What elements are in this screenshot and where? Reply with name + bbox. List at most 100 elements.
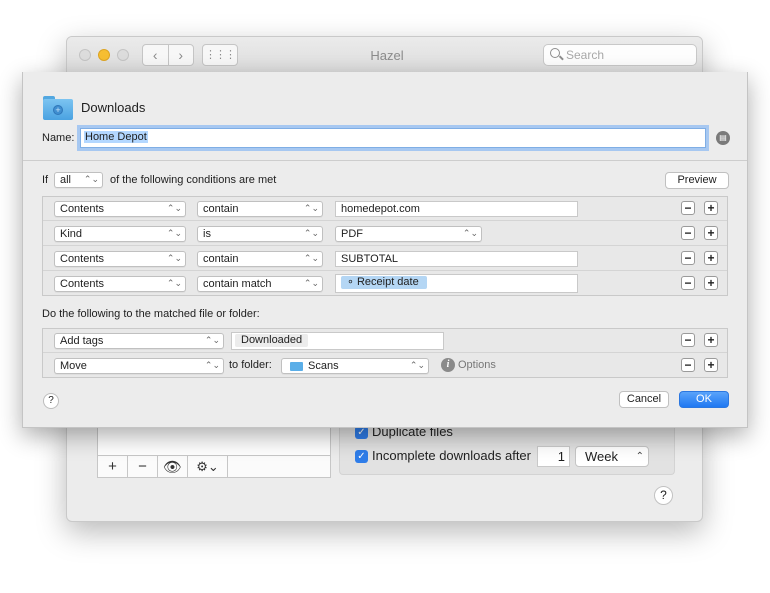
- operator-value: contain: [203, 253, 239, 265]
- add-rule-button[interactable]: +: [98, 456, 128, 477]
- kind-value: PDF: [341, 228, 363, 240]
- actions-label: Do the following to the matched file or …: [42, 308, 260, 320]
- attribute-popup[interactable]: Contents ⌃⌄: [54, 276, 186, 292]
- rule-editor-sheet: + Downloads Name: Home Depot ▤ If all ⌃⌄…: [22, 72, 748, 428]
- action-row: Add tags ⌃⌄ Downloaded − +: [43, 329, 727, 353]
- rule-name-field[interactable]: Home Depot: [80, 128, 706, 148]
- attribute-popup[interactable]: Kind ⌃⌄: [54, 226, 186, 242]
- action-row: Move ⌃⌄ to folder: Scans ⌃⌄ i Options − +: [43, 354, 727, 378]
- condition-value-field[interactable]: SUBTOTAL: [335, 251, 578, 267]
- remove-rule-button[interactable]: −: [128, 456, 158, 477]
- condition-row: Contents ⌃⌄ contain ⌃⌄ homedepot.com − +: [43, 197, 727, 221]
- remove-action-button[interactable]: −: [681, 358, 695, 372]
- add-condition-button[interactable]: +: [704, 251, 718, 265]
- popup-arrows-icon: ⌃⌄: [166, 278, 182, 288]
- remove-action-button[interactable]: −: [681, 333, 695, 347]
- operator-popup[interactable]: contain ⌃⌄: [197, 251, 323, 267]
- add-condition-button[interactable]: +: [704, 226, 718, 240]
- search-field[interactable]: Search: [543, 44, 697, 66]
- conditions-suffix: of the following conditions are met: [110, 174, 277, 186]
- pattern-token[interactable]: ∘ Receipt date: [341, 276, 427, 289]
- remove-condition-button[interactable]: −: [681, 201, 695, 215]
- token-dot-icon: ∘: [347, 276, 357, 288]
- search-icon: [550, 48, 560, 58]
- if-label: If: [42, 174, 49, 186]
- popup-arrows-icon: ⌃⌄: [409, 360, 425, 370]
- remove-condition-button[interactable]: −: [681, 251, 695, 265]
- forward-button[interactable]: ›: [167, 45, 194, 65]
- to-folder-label: to folder:: [229, 359, 272, 371]
- cancel-button[interactable]: Cancel: [619, 391, 669, 408]
- destination-folder-popup[interactable]: Scans ⌃⌄: [281, 358, 429, 374]
- minimize-button[interactable]: [98, 49, 110, 61]
- add-action-button[interactable]: +: [704, 333, 718, 347]
- window-title: Hazel: [370, 48, 404, 63]
- incomplete-downloads-label: Incomplete downloads after: [372, 448, 531, 463]
- incomplete-downloads-count[interactable]: 1: [537, 446, 570, 467]
- add-action-button[interactable]: +: [704, 358, 718, 372]
- token-label: Receipt date: [356, 276, 419, 288]
- attribute-value: Contents: [60, 278, 105, 290]
- tag-token[interactable]: Downloaded: [235, 334, 309, 347]
- rule-name-value: Home Depot: [84, 131, 148, 143]
- popup-arrows-icon: ⌃⌄: [204, 335, 220, 345]
- condition-row: Contents ⌃⌄ contain ⌃⌄ SUBTOTAL − +: [43, 247, 727, 271]
- match-mode-value: all: [60, 174, 72, 186]
- kind-value-popup[interactable]: PDF ⌃⌄: [335, 226, 482, 242]
- remove-condition-button[interactable]: −: [681, 226, 695, 240]
- condition-row: Kind ⌃⌄ is ⌃⌄ PDF ⌃⌄ − +: [43, 222, 727, 246]
- attribute-popup[interactable]: Contents ⌃⌄: [54, 201, 186, 217]
- options-link[interactable]: Options: [458, 359, 496, 371]
- popup-arrows-icon: ⌃: [635, 451, 644, 462]
- folder-icon: +: [43, 96, 73, 120]
- navigation-segment: ‹ ›: [142, 44, 194, 66]
- popup-arrows-icon: ⌃⌄: [83, 174, 99, 184]
- action-popup[interactable]: Move ⌃⌄: [54, 358, 224, 374]
- operator-popup[interactable]: contain match ⌃⌄: [197, 276, 323, 292]
- operator-popup[interactable]: contain ⌃⌄: [197, 201, 323, 217]
- condition-value-field[interactable]: homedepot.com: [335, 201, 578, 217]
- attribute-value: Contents: [60, 203, 105, 215]
- help-button[interactable]: ?: [43, 393, 59, 409]
- name-label: Name:: [42, 132, 75, 144]
- operator-value: is: [203, 228, 211, 240]
- incomplete-downloads-checkbox[interactable]: ✓: [355, 450, 368, 463]
- back-button[interactable]: ‹: [143, 45, 168, 65]
- action-value: Add tags: [60, 335, 104, 347]
- operator-value: contain match: [203, 278, 272, 290]
- attribute-value: Contents: [60, 253, 105, 265]
- folder-icon: [290, 362, 303, 371]
- attribute-popup[interactable]: Contents ⌃⌄: [54, 251, 186, 267]
- preview-button[interactable]: Preview: [665, 172, 729, 189]
- action-popup[interactable]: Add tags ⌃⌄: [54, 333, 224, 349]
- window-help-button[interactable]: ?: [654, 486, 673, 505]
- match-mode-popup[interactable]: all ⌃⌄: [54, 172, 103, 188]
- ok-button[interactable]: OK: [679, 391, 729, 408]
- match-pattern-field[interactable]: ∘ Receipt date: [335, 274, 578, 293]
- incomplete-downloads-unit-popup[interactable]: Week ⌃: [575, 446, 649, 467]
- operator-value: contain: [203, 203, 239, 215]
- condition-row: Contents ⌃⌄ contain match ⌃⌄ ∘ Receipt dat…: [43, 272, 727, 296]
- zoom-button[interactable]: [117, 49, 129, 61]
- gear-menu-icon[interactable]: ⚙⌄: [188, 456, 228, 477]
- folder-name: Downloads: [81, 100, 146, 115]
- popup-arrows-icon: ⌃⌄: [303, 253, 319, 263]
- info-icon[interactable]: i: [441, 358, 455, 372]
- popup-arrows-icon: ⌃⌄: [303, 203, 319, 213]
- divider: [23, 160, 747, 161]
- remove-condition-button[interactable]: −: [681, 276, 695, 290]
- popup-arrows-icon: ⌃⌄: [204, 360, 220, 370]
- tags-field[interactable]: Downloaded: [231, 332, 444, 350]
- operator-popup[interactable]: is ⌃⌄: [197, 226, 323, 242]
- popup-arrows-icon: ⌃⌄: [303, 278, 319, 288]
- close-button[interactable]: [79, 49, 91, 61]
- add-condition-button[interactable]: +: [704, 276, 718, 290]
- grid-view-button[interactable]: ⋮⋮⋮: [202, 44, 238, 66]
- popup-arrows-icon: ⌃⌄: [166, 253, 182, 263]
- add-condition-button[interactable]: +: [704, 201, 718, 215]
- preview-eye-icon[interactable]: 👁: [158, 456, 188, 477]
- save-icon[interactable]: ▤: [716, 131, 730, 145]
- actions-list: Add tags ⌃⌄ Downloaded − + Move ⌃⌄ to fold…: [42, 328, 728, 378]
- list-toolbar: + − 👁 ⚙⌄: [97, 455, 331, 478]
- destination-folder-value: Scans: [308, 360, 339, 372]
